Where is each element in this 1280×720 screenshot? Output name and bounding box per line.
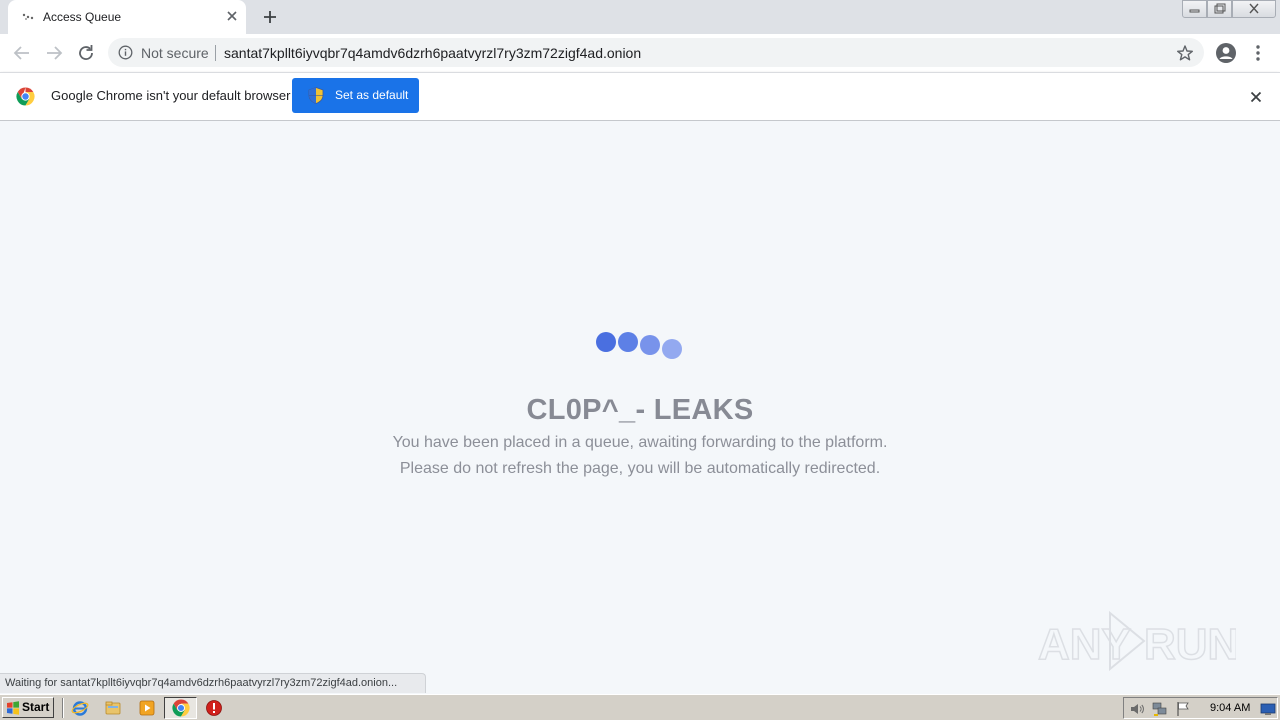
volume-icon[interactable] [1129, 701, 1145, 717]
stop-icon[interactable] [205, 699, 223, 717]
loading-dots [596, 332, 686, 362]
infobar-close-icon[interactable] [1248, 89, 1264, 105]
clock[interactable]: 9:04 AM [1210, 702, 1250, 714]
watermark-text-right: RUN [1144, 620, 1236, 669]
bookmark-star-icon[interactable] [1176, 44, 1194, 62]
browser-toolbar: Not secure santat7kpllt6iyvqbr7q4amdv6dz… [0, 34, 1280, 72]
status-bubble: Waiting for santat7kpllt6iyvqbr7q4amdv6d… [0, 673, 426, 693]
anyrun-watermark: ANY RUN [1037, 610, 1236, 671]
flag-icon[interactable] [1175, 701, 1191, 717]
account-icon[interactable] [1214, 41, 1238, 65]
address-bar[interactable]: Not secure santat7kpllt6iyvqbr7q4amdv6dz… [108, 38, 1204, 67]
chrome-logo-icon [16, 87, 35, 106]
display-icon[interactable] [1260, 701, 1276, 717]
info-icon[interactable] [118, 45, 133, 60]
media-player-icon[interactable] [138, 699, 156, 717]
chrome-taskbar-button[interactable] [164, 697, 197, 719]
restore-button[interactable] [1207, 0, 1232, 18]
loading-dots-icon [22, 13, 34, 20]
reload-icon[interactable] [74, 41, 98, 65]
minimize-icon [1189, 9, 1200, 13]
kebab-menu-icon[interactable] [1250, 41, 1266, 65]
omnibox-separator [215, 45, 216, 61]
tab-close-icon[interactable] [224, 8, 240, 24]
status-text: Waiting for santat7kpllt6iyvqbr7q4amdv6d… [5, 677, 398, 689]
infobar-message: Google Chrome isn't your default browser [51, 88, 291, 103]
file-explorer-icon[interactable] [104, 699, 122, 717]
system-tray: 9:04 AM [1123, 697, 1278, 719]
start-button[interactable]: Start [2, 697, 54, 718]
network-icon[interactable] [1152, 701, 1168, 717]
tab-title: Access Queue [43, 10, 122, 24]
page-content: CL0P^_- LEAKS You have been placed in a … [0, 121, 1280, 692]
loading-dot [640, 335, 660, 355]
loading-dot [662, 339, 682, 359]
page-headline: CL0P^_- LEAKS [526, 394, 754, 426]
restore-icon [1214, 3, 1226, 14]
taskbar: Start 9:04 AM [0, 694, 1280, 720]
new-tab-icon[interactable] [259, 6, 281, 28]
loading-dot [596, 332, 616, 352]
back-arrow-icon[interactable] [10, 41, 34, 65]
chrome-icon [172, 699, 190, 717]
windows-logo-icon [7, 701, 19, 715]
taskbar-separator [62, 698, 64, 718]
set-as-default-label: Set as default [335, 88, 409, 102]
default-browser-infobar: Google Chrome isn't your default browser… [0, 72, 1280, 121]
close-window-button[interactable] [1232, 0, 1276, 18]
tab-access-queue[interactable]: Access Queue [8, 0, 246, 34]
set-as-default-button[interactable]: Set as default [292, 78, 419, 113]
security-label[interactable]: Not secure [141, 45, 209, 61]
url-text[interactable]: santat7kpllt6iyvqbr7q4amdv6dzrh6paatvyrz… [224, 45, 641, 61]
watermark-text-left: ANY [1038, 620, 1131, 669]
internet-explorer-icon[interactable] [71, 699, 89, 717]
uac-shield-icon [308, 87, 324, 104]
queue-message: You have been placed in a queue, awaitin… [392, 434, 888, 451]
minimize-button[interactable] [1182, 0, 1207, 18]
close-icon [1249, 3, 1259, 14]
tab-strip: Access Queue [0, 0, 1280, 34]
redirect-message: Please do not refresh the page, you will… [399, 460, 881, 477]
loading-dot [618, 332, 638, 352]
forward-arrow-icon[interactable] [42, 41, 66, 65]
start-label: Start [22, 700, 50, 714]
